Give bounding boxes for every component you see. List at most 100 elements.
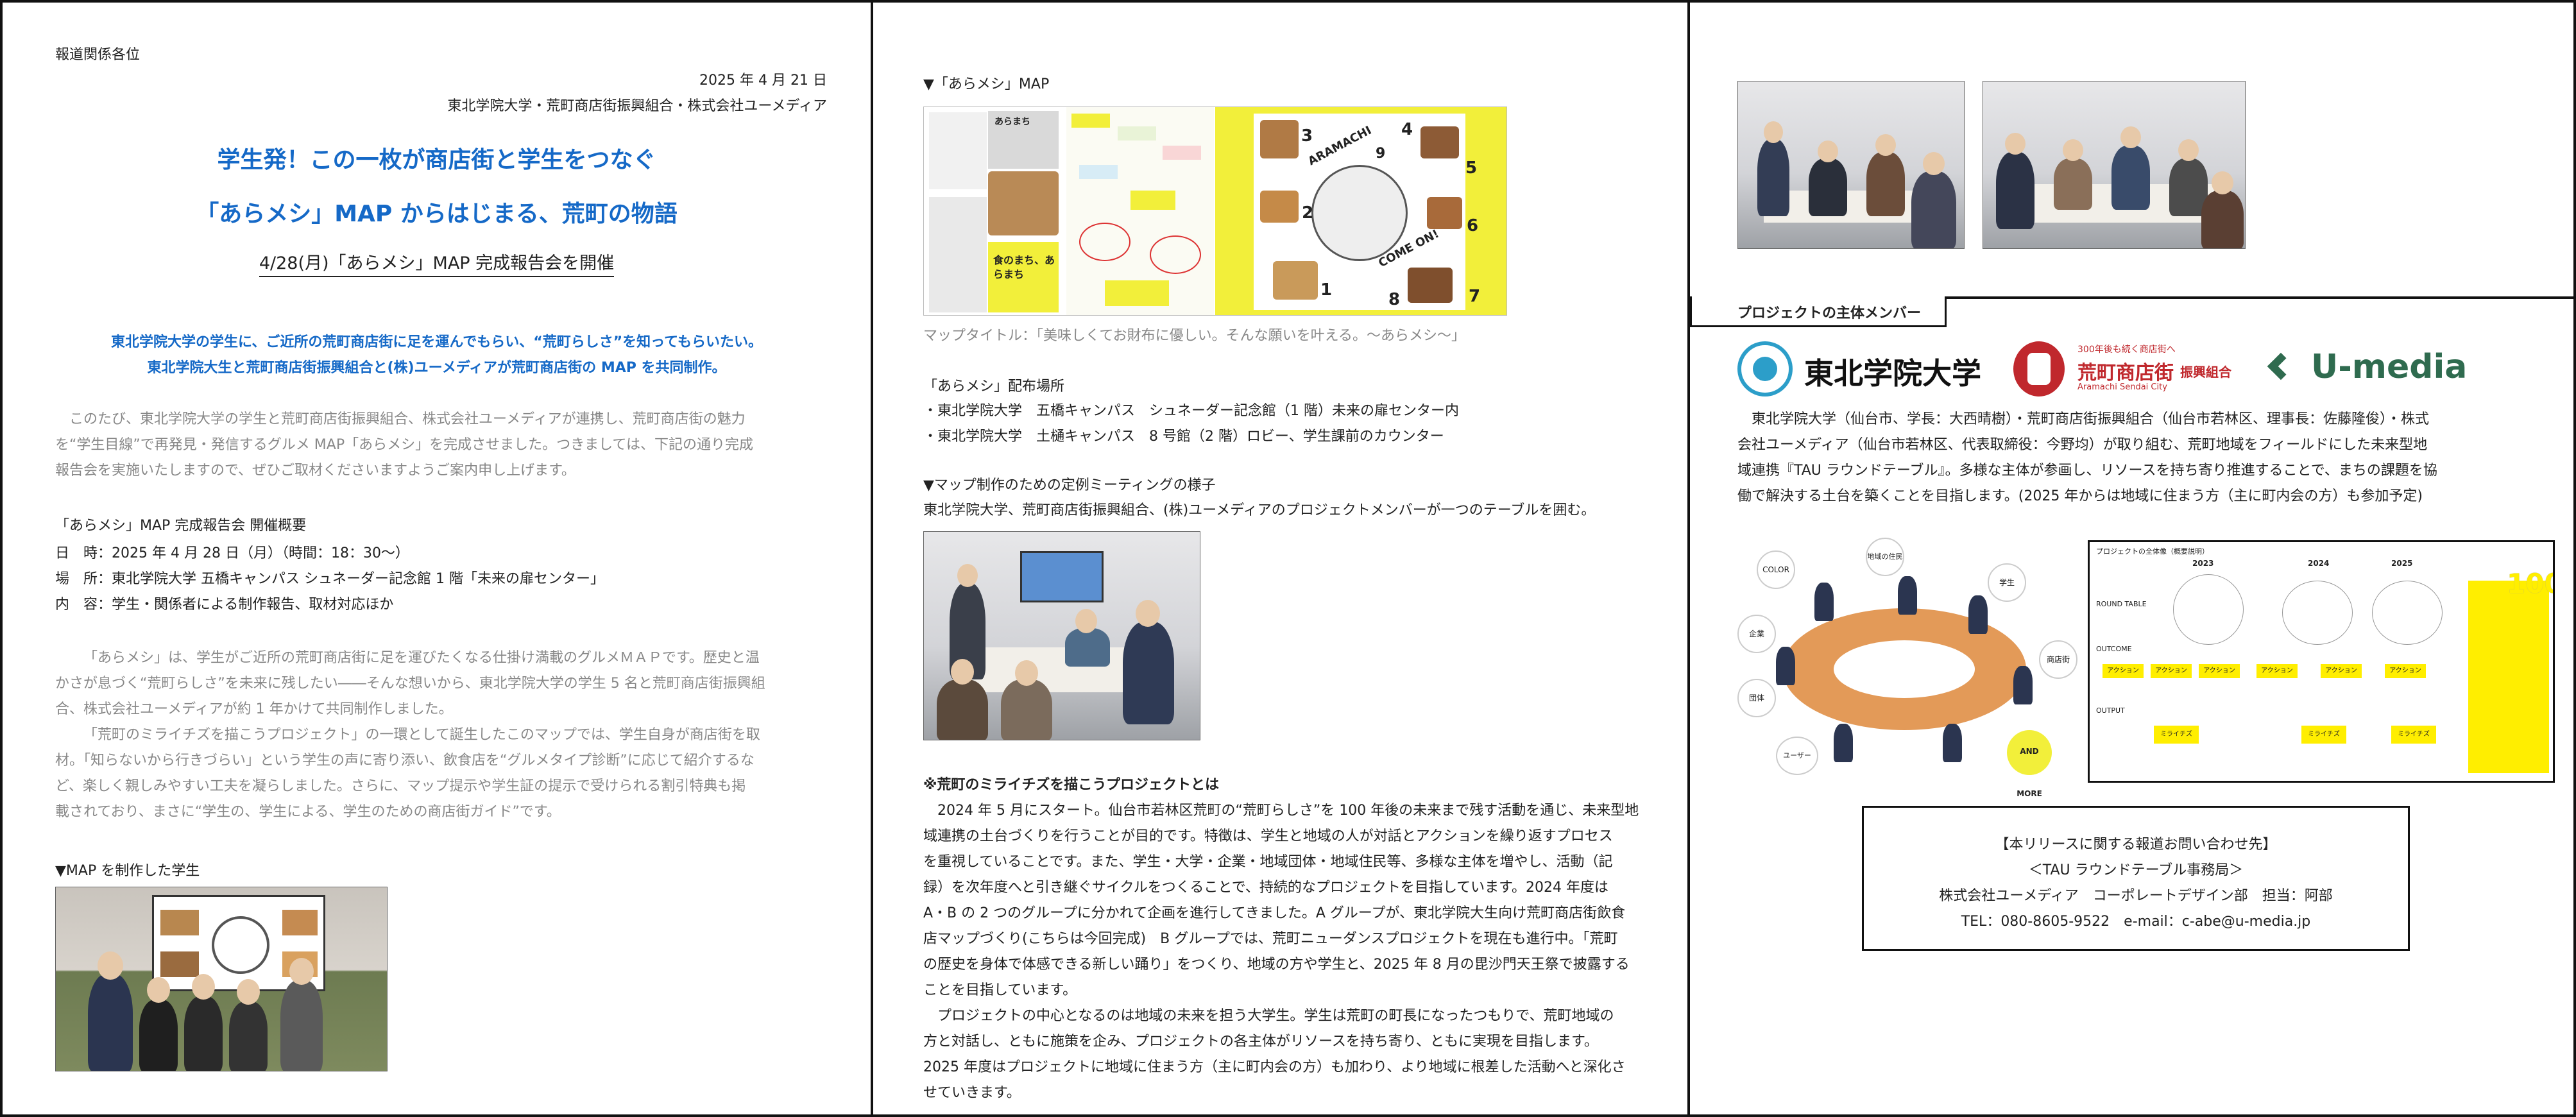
round-table-illustration: COLOR 地域の住民 学生 企業 商店街 団体 ユーザー AND MORE <box>1737 538 2084 798</box>
map-number: 8 <box>1388 290 1401 309</box>
contact-line: 【本リリースに関する報道お問い合わせ先】 <box>1995 837 2277 853</box>
title-line-1: 学生発！この一枚が商店街と学生をつなぐ <box>217 147 656 173</box>
page-1: 報道関係各位 2025 年 4 月 21 日 東北学院大学・荒町商店街振興組合・… <box>3 0 871 1117</box>
members-line: 東北学院大学（仙台市、学長：大西晴樹）・荒町商店街振興組合（仙台市若林区、理事長… <box>1752 411 2430 427</box>
recipients: 報道関係各位 <box>55 47 141 63</box>
members-heading: プロジェクトの主体メンバー <box>1737 305 1922 321</box>
diagram-row-label: OUTPUT <box>2096 706 2125 715</box>
map-number: 1 <box>1320 280 1333 300</box>
diagram-output: ミライチズ <box>2301 726 2346 744</box>
intro-paragraph: このたび、東北学院大学の学生と荒町商店街振興組合、株式会社ユーメディアが連携し、… <box>55 407 832 484</box>
diagram-year: 2023 <box>2192 559 2214 568</box>
members-line: 働で解決する土台を築くことを目指します。(2025 年からは地域に住まう方（主に… <box>1737 488 2423 504</box>
intro-line: を“学生目線”で再発見・発信するグルメ MAP「あらメシ」を完成させました。つき… <box>55 437 753 453</box>
project-line: 録）を次年度へと引き継ぐサイクルをつくることで、持続的なプロジェクトを目指してい… <box>923 880 1608 896</box>
round-label: 地域の住民 <box>1866 538 1904 576</box>
body-line: 載されており、まさに“学生の、学生による、学生のための商店街ガイド”です。 <box>55 804 561 820</box>
round-label: COLOR <box>1757 550 1795 589</box>
diagram-year: 2024 <box>2308 559 2330 568</box>
meeting-heading: ▼マップ制作のための定例ミーティングの様子 <box>923 477 1216 493</box>
body-line: 合、株式会社ユーメディアが約 1 年かけて共同制作しました。 <box>55 701 453 717</box>
map-number: 7 <box>1469 287 1481 306</box>
body-line: 「あらメシ」は、学生がご近所の荒町商店街に足を運びたくなる仕掛け満載のグルメＭＡ… <box>83 650 760 666</box>
title-line-2: 「あらメシ」MAP からはじまる、荒町の物語 <box>196 201 678 227</box>
diagram-row-label: OUTCOME <box>2096 645 2132 653</box>
round-label: 企業 <box>1737 615 1776 653</box>
diagram-action: アクション <box>2103 664 2144 678</box>
page-2: ▼「あらメシ」MAP 食のまち、あらまち あらまち ARAMACHI COME … <box>873 0 1687 1117</box>
members-line: 域連携『TAU ラウンドテーブル』。多様な主体が参画し、リソースを持ち寄り推進す… <box>1737 463 2437 479</box>
page-3: プロジェクトの主体メンバー 東北学院大学 300年後も続く商店街へ 荒町商店街 … <box>1690 0 2573 1117</box>
diagram-output: ミライチズ <box>2154 726 2199 744</box>
diagram-action: アクション <box>2199 664 2240 678</box>
project-line: を重視していることです。また、学生・大学・企業・地域団体・地域住民等、多様な主体… <box>923 854 1613 870</box>
umedia-logo-text: U-media <box>2311 348 2468 386</box>
meeting-description: 東北学院大学、荒町商店街振興組合、(株)ユーメディアのプロジェクトメンバーが一つ… <box>923 502 1596 518</box>
lead-line-2: 東北学院大生と荒町商店街振興組合と(株)ユーメディアが荒町商店街の MAP を共… <box>147 360 726 376</box>
photo-heading: ▼MAP を制作した学生 <box>55 863 200 879</box>
aramachi-logo-en: Aramachi Sendai City <box>2077 382 2167 392</box>
diagram-header: プロジェクトの全体像（概要説明） <box>2096 547 2209 556</box>
round-label: 団体 <box>1737 679 1776 717</box>
issuers: 東北学院大学・荒町商店街振興組合・株式会社ユーメディア <box>447 98 827 114</box>
subtitle: 4/28(月)「あらメシ」MAP 完成報告会を開催 <box>259 253 615 277</box>
project-paragraph: 2024 年 5 月にスタート。仙台市若林区荒町の“荒町らしさ”を 100 年後… <box>923 798 1668 1106</box>
diagram-action: アクション <box>2151 664 2192 678</box>
distribution-item: ・東北学院大学 五橋キャンパス シュネーダー記念館（1 階）未来の扉センター内 <box>923 403 1459 419</box>
aramachi-logo-union: 振興組合 <box>2180 364 2231 380</box>
event-row: 場 所：東北学院大学 五橋キャンパス シュネーダー記念館 1 階「未来の扉センタ… <box>55 571 604 587</box>
round-label: ユーザー <box>1776 737 1818 775</box>
aramachi-crest-icon <box>2013 341 2065 396</box>
body-line: 材。「知らないから行きづらい」という学生の声に寄り添い、飲食店を“グルメタイプ診… <box>55 753 755 769</box>
aramachi-tagline: 300年後も続く商店街へ <box>2077 345 2176 355</box>
map-number: 5 <box>1465 158 1478 178</box>
round-label-more: AND MORE <box>2007 730 2052 798</box>
diagram-action: アクション <box>2385 664 2426 678</box>
diagram-row-label: ROUND TABLE <box>2096 600 2147 608</box>
aramachi-logo-name: 荒町商店街 <box>2077 362 2174 384</box>
aramesi-map-image: 食のまち、あらまち あらまち ARAMACHI COME ON! 3 4 5 2… <box>923 107 1507 316</box>
members-line: 会社ユーメディア（仙台市若林区、代表取締役：今野均）が取り組む、荒町地域をフィー… <box>1737 437 2428 453</box>
diagram-year: 2025 <box>2391 559 2413 568</box>
event-row: 日 時：2025 年 4 月 28 日（月）（時間：18：30～） <box>55 545 409 561</box>
member-logos: 東北学院大学 300年後も続く商店街へ 荒町商店街 振興組合 Aramachi … <box>1737 339 2565 403</box>
body-line: ど、楽しく親しみやすい工夫を凝らしました。さらに、マップ提示や学生証の提示で受け… <box>55 778 746 794</box>
roundtable-photo-1 <box>1737 81 1965 249</box>
contact-line: 株式会社ユーメディア コーポレートデザイン部 担当：阿部 <box>1939 888 2333 904</box>
project-line: ことを目指しています。 <box>923 982 1077 998</box>
map-number: 2 <box>1302 203 1314 223</box>
distribution-item: ・東北学院大学 土樋キャンパス 8 号館（2 階）ロビー、学生課前のカウンター <box>923 429 1444 445</box>
distribution-list: ・東北学院大学 五橋キャンパス シュネーダー記念館（1 階）未来の扉センター内 … <box>923 398 1459 450</box>
tohoku-gakuin-seal-icon <box>1737 341 1793 396</box>
project-line: 店マップづくり(こちらは今回完成) B グループでは、荒町ニューダンスプロジェク… <box>923 931 1618 947</box>
lead-line-1: 東北学院大学の学生に、ご近所の荒町商店街に足を運んでもらい、“荒町らしさ”を知っ… <box>111 334 762 350</box>
project-diagram: プロジェクトの全体像（概要説明） 2023 2024 2025 ROUND TA… <box>2088 540 2555 783</box>
event-heading: 「あらメシ」MAP 完成報告会 開催概要 <box>55 518 307 534</box>
diagram-action: アクション <box>2321 664 2362 678</box>
project-line: 2025 年度はプロジェクトに地域に住まう方（主に町内会の方）も加わり、より地域… <box>923 1059 1626 1075</box>
contact-box: 【本リリースに関する報道お問い合わせ先】 ＜TAU ラウンドテーブル事務局＞ 株… <box>1862 806 2410 951</box>
map-label: 食のまち、あらまち <box>993 254 1055 280</box>
project-line: 方と対話し、ともに施策を企み、プロジェクトの各主体がリソースを持ち寄り、ともに実… <box>923 1034 1598 1050</box>
map-label: あらまち <box>994 117 1030 127</box>
map-heading: ▼「あらメシ」MAP <box>923 76 1050 92</box>
students-photo <box>55 887 388 1071</box>
body-paragraph: 「あらメシ」は、学生がご近所の荒町商店街に足を運びたくなる仕掛け満載のグルメＭＡ… <box>55 645 832 825</box>
members-paragraph: 東北学院大学（仙台市、学長：大西晴樹）・荒町商店街振興組合（仙台市若林区、理事長… <box>1737 407 2527 509</box>
body-line: 「荒町のミライチズを描こうプロジェクト」の一環として誕生したこのマップでは、学生… <box>83 727 760 743</box>
map-number: 3 <box>1301 126 1313 146</box>
umedia-mark-icon <box>2267 352 2307 388</box>
distribution-heading: 「あらメシ」配布場所 <box>923 379 1065 395</box>
round-label: 商店街 <box>2039 640 2077 679</box>
meeting-photo <box>923 531 1200 740</box>
map-number: 4 <box>1401 120 1413 139</box>
project-heading: ※荒町のミライチズを描こうプロジェクトとは <box>923 777 1219 793</box>
release-date: 2025 年 4 月 21 日 <box>699 72 827 89</box>
body-line: かさが息づく“荒町らしさ”を未来に残したい――そんな想いから、東北学院大学の学生… <box>55 676 765 692</box>
project-line: の歴史を身体で体感できる新しい踊り」をつくり、地域の方や学生と、2025 年 8… <box>923 957 1630 973</box>
map-caption: マップタイトル：「美味しくてお財布に優しい。そんな願いを叶える。～あらメシ～」 <box>923 328 1466 344</box>
diagram-action: アクション <box>2256 664 2298 678</box>
intro-line: このたび、東北学院大学の学生と荒町商店街振興組合、株式会社ユーメディアが連携し、… <box>69 411 746 427</box>
contact-line: ＜TAU ラウンドテーブル事務局＞ <box>2028 862 2244 878</box>
intro-line: 報告会を実施いたしますので、ぜひご取材くださいますようご案内申し上げます。 <box>55 463 576 479</box>
